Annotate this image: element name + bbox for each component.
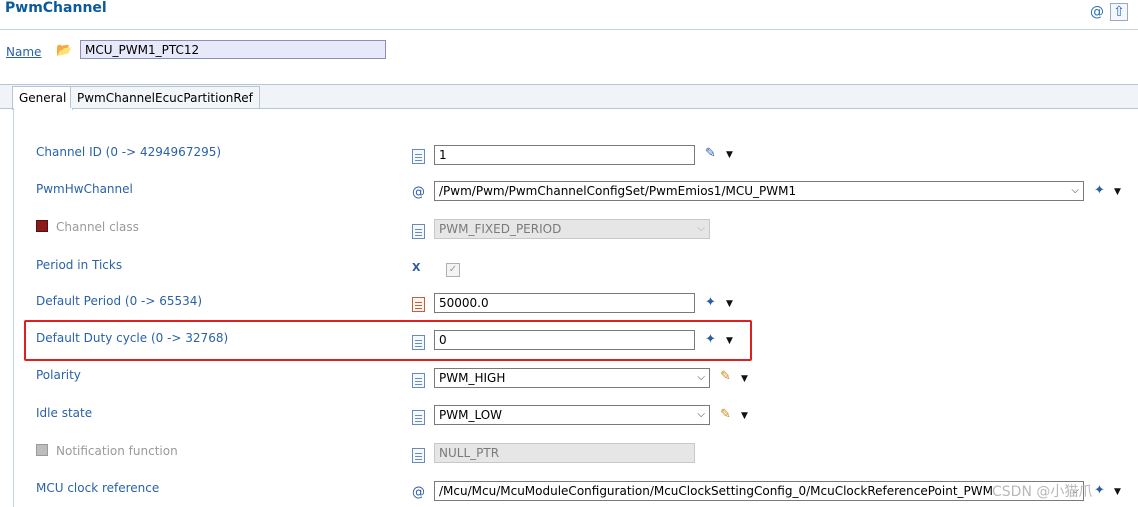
channel-class-label: Channel class — [36, 220, 139, 234]
page-title: PwmChannel — [5, 0, 107, 16]
polarity-value: PWM_HIGH — [439, 371, 506, 385]
status-square-icon — [36, 444, 48, 456]
more-icon[interactable]: ⋮ — [1130, 3, 1138, 21]
watermark: CSDN @小猫爪 — [992, 484, 1093, 500]
integer-param-icon — [412, 335, 425, 350]
folder-icon[interactable]: 📂 — [56, 43, 72, 58]
channel-id-label: Channel ID (0 -> 4294967295) — [36, 145, 222, 159]
chevron-down-icon[interactable]: ▼ — [1114, 187, 1121, 197]
idle-state-label: Idle state — [36, 406, 93, 420]
channel-id-input[interactable]: 1 — [434, 145, 695, 165]
chevron-down-icon[interactable]: ▼ — [741, 411, 748, 421]
wand-icon[interactable]: ✦ — [1094, 183, 1105, 198]
wand-icon[interactable]: ✦ — [705, 295, 716, 310]
channel-class-value: PWM_FIXED_PERIOD — [439, 222, 562, 236]
integer-param-icon — [412, 149, 425, 164]
chevron-down-icon[interactable]: ▼ — [1114, 487, 1121, 497]
default-duty-label: Default Duty cycle (0 -> 32768) — [36, 331, 229, 345]
channel-class-text: Channel class — [56, 220, 139, 234]
notification-label: Notification function — [36, 444, 178, 458]
chevron-down-icon[interactable]: ⌵ — [697, 406, 705, 424]
hw-channel-value: /Pwm/Pwm/PwmChannelConfigSet/PwmEmios1/M… — [439, 184, 797, 198]
mcu-clock-value: /Mcu/Mcu/McuModuleConfiguration/McuClock… — [439, 484, 993, 498]
wand-icon[interactable]: ✦ — [1094, 483, 1105, 498]
edit-pencil-icon[interactable]: ✎ — [705, 146, 716, 161]
channel-class-select: PWM_FIXED_PERIOD ⌵ — [434, 219, 710, 239]
up-arrow-icon[interactable]: ⇧ — [1110, 3, 1128, 21]
name-label: Name — [6, 45, 41, 59]
notification-input: NULL_PTR — [434, 443, 695, 463]
status-square-icon — [36, 220, 48, 232]
pencil-icon[interactable]: ✎ — [720, 407, 731, 422]
enum-param-icon — [412, 373, 425, 388]
float-param-icon — [412, 297, 425, 312]
hw-channel-select[interactable]: /Pwm/Pwm/PwmChannelConfigSet/PwmEmios1/M… — [434, 181, 1084, 201]
function-param-icon — [412, 448, 425, 463]
default-period-input[interactable]: 50000.0 — [434, 293, 695, 313]
chevron-down-icon[interactable]: ▼ — [726, 150, 733, 160]
mcu-clock-select[interactable]: /Mcu/Mcu/McuModuleConfiguration/McuClock… — [434, 481, 1084, 501]
reference-param-icon: @ — [412, 185, 425, 200]
wand-icon[interactable]: ✦ — [705, 332, 716, 347]
chevron-down-icon[interactable]: ⌵ — [697, 369, 705, 387]
enum-param-icon — [412, 224, 425, 239]
period-in-ticks-checkbox: ✓ — [446, 263, 460, 277]
chevron-down-icon: ⌵ — [697, 223, 705, 234]
chevron-down-icon[interactable]: ▼ — [726, 299, 733, 309]
polarity-label: Polarity — [36, 368, 81, 382]
idle-state-select[interactable]: PWM_LOW ⌵ — [434, 405, 710, 425]
mcu-clock-label: MCU clock reference — [36, 481, 160, 495]
at-icon[interactable]: @ — [1088, 3, 1106, 21]
enum-param-icon — [412, 410, 425, 425]
pencil-icon[interactable]: ✎ — [720, 369, 731, 384]
chevron-down-icon[interactable]: ▼ — [726, 336, 733, 346]
tab-general[interactable]: General — [12, 86, 74, 110]
tab-partition-label: PwmChannelEcucPartitionRef — [77, 91, 253, 105]
name-label-text: Name — [6, 45, 42, 59]
default-duty-input[interactable]: 0 — [434, 330, 695, 350]
chevron-down-icon[interactable]: ▼ — [741, 374, 748, 384]
name-input[interactable]: MCU_PWM1_PTC12 — [80, 40, 386, 59]
header-divider — [0, 29, 1138, 30]
notification-text: Notification function — [56, 444, 178, 458]
idle-state-value: PWM_LOW — [439, 408, 503, 422]
default-period-label: Default Period (0 -> 65534) — [36, 294, 203, 308]
hw-channel-label: PwmHwChannel — [36, 182, 133, 196]
period-in-ticks-label: Period in Ticks — [36, 258, 123, 272]
tab-pwmchannel-ecuc-partition-ref[interactable]: PwmChannelEcucPartitionRef — [70, 86, 260, 108]
polarity-select[interactable]: PWM_HIGH ⌵ — [434, 368, 710, 388]
chevron-down-icon[interactable]: ⌵ — [1071, 182, 1079, 200]
reference-param-icon: @ — [412, 485, 425, 500]
boolean-param-icon: X — [412, 261, 421, 274]
tab-general-label: General — [19, 91, 67, 105]
